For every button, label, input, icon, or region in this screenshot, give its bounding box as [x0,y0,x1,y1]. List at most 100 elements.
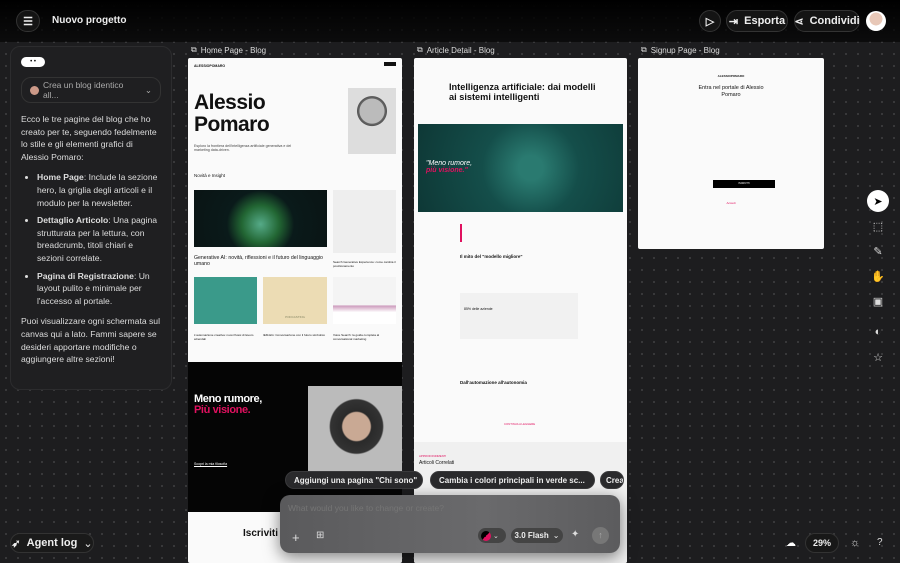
suggestion-chip[interactable]: Aggiungi una pagina "Chi sono"1 [285,471,423,489]
stat-card: 85% delle aziende [460,293,578,339]
sun-icon: ☼ [850,537,861,549]
export-icon: ⇥ [728,15,739,28]
read-more-link: CONTINUA A LEGGERE [504,422,536,426]
placeholder-image [333,190,396,253]
frame-signup[interactable]: ALESSIOPOMARO Entra nel portale di Aless… [638,58,824,249]
zoom-level[interactable]: 29% [805,533,839,553]
post-image: PODCASTING [263,277,327,324]
help-icon: ? [877,537,883,548]
marquee-tool-button[interactable]: ⬚ [867,215,889,237]
dark-link: Scopri la mia filosofia [194,462,228,466]
share-label: Condividi [809,15,860,27]
model-selector[interactable]: 3.0 Flash ⌄ [511,528,563,543]
prompt-input[interactable] [288,501,608,515]
palette-icon: ◐ [874,326,882,338]
post-image [194,277,257,324]
marquee-icon: ⬚ [872,220,884,233]
hero-image: "Meno rumore, più visione." [418,124,623,212]
style-selector[interactable]: ⌄ [478,528,506,543]
cursor-icon: ➤ [873,195,883,208]
attach-button[interactable]: ⊞ [316,530,324,541]
chevron-down-icon: ⌄ [144,84,152,95]
top-bar: ☰ Nuovo progetto ▷ ⇥ Esporta ⋖ Condividi [0,0,900,42]
post-title: Generative AI: novità, riflessioni e il … [194,255,323,267]
avatar[interactable] [866,11,886,31]
share-button[interactable]: ⋖ Condividi [794,10,860,32]
enhance-button[interactable]: ✦ [571,529,579,540]
list-item: Pagina di Registrazione: Un layout pulit… [37,270,161,308]
article-heading: Dall'automazione all'autonomia [460,380,527,385]
image-icon: ▣ [872,295,884,308]
chat-intro: Ecco le tre pagine del blog che ho creat… [21,114,157,162]
suggestion-chip[interactable]: Crea [600,471,624,489]
logo: ALESSIOPOMARO [717,74,745,78]
post-title: IEM-EG: Conversazione con il futuro simb… [263,333,326,337]
send-button[interactable]: ↑ [592,527,609,544]
agent-log-button[interactable]: ➶ Agent log ⌄ [10,533,94,553]
prompt-chip-text: Crea un blog identico all... [42,80,124,100]
star-icon: ☆ [873,351,883,364]
device-icon: ⧉ [641,45,647,54]
frame-label-home[interactable]: ⧉ Home Page - Blog [191,45,266,55]
play-icon: ▷ [705,15,715,28]
device-icon: ⧉ [417,45,423,54]
post-title: Search Generative Experience: come cambi… [333,260,396,268]
cloud-save-icon: ☁ [786,538,796,549]
frame-label-signup[interactable]: ⧉ Signup Page - Blog [641,45,720,55]
image-tool-button[interactable]: ▣ [867,290,889,312]
help-button[interactable]: ? [877,537,883,548]
menu-button[interactable]: ☰ [16,10,40,32]
suggestion-chip[interactable]: Cambia i colori principali in verde sc..… [430,471,595,489]
share-icon: ⋖ [794,15,804,28]
article-heading: Il mito del "modello migliore" [460,254,523,259]
prompt-history-chip[interactable]: Crea un blog identico all... ⌄ [21,77,161,103]
chevron-down-icon: ⌄ [83,537,93,550]
hero-subtitle: Esploro la frontiera dell'intelligenza a… [194,144,292,152]
portrait-image [348,88,396,154]
project-title: Nuovo progetto [52,15,127,26]
chevron-down-icon: ⌄ [552,531,560,540]
export-button[interactable]: ⇥ Esporta [726,10,788,32]
chat-list: Home Page: Include la sezione hero, la g… [37,171,161,307]
menu-icon: ☰ [23,15,33,28]
hero-title: Alessio Pomaro [194,91,270,136]
preview-button[interactable]: ▷ [699,10,721,32]
add-frame-icon: ⊞ [316,530,325,541]
chevron-down-icon: ⌄ [493,532,499,540]
add-button[interactable]: + [292,530,300,545]
hand-icon: ✋ [871,270,885,283]
login-link: Accedi [726,201,736,205]
quote-bar [460,224,462,242]
hand-tool-button[interactable]: ✋ [867,265,889,287]
frame-label-article[interactable]: ⧉ Article Detail - Blog [417,45,495,55]
rocket-icon: ➶ [11,537,21,550]
device-icon: ⧉ [191,45,197,54]
style-swatch-icon [481,530,491,541]
canvas-toolbar: ➤ ⬚ ✎ ✋ ▣ ◐ ☆ [864,190,892,370]
section-title: Novità e Insight [194,173,226,178]
article-title: Intelligenza artificiale: dai modelli ai… [449,82,596,102]
arrow-up-icon: ↑ [598,530,603,540]
globe-image [194,190,327,247]
nav-button [384,62,396,66]
pencil-icon: ✎ [873,245,883,258]
list-item: Home Page: Include la sezione hero, la g… [37,171,161,209]
favorite-button[interactable]: ☆ [867,346,889,368]
user-avatar-icon [30,85,39,95]
post-image [333,277,396,324]
chat-panel: • • Crea un blog identico all... ⌄ Ecco … [10,46,172,390]
plus-icon: + [292,530,300,545]
status-badge: • • [21,57,45,67]
signup-title: Entra nel portale di Alessio Pomaro [698,85,764,98]
chat-outro: Puoi visualizzare ogni schermata sul can… [21,316,160,365]
dark-section: Meno rumore, Più visione. Scopri la mia f… [188,362,402,512]
pen-tool-button[interactable]: ✎ [867,240,889,262]
sparkle-icon: ✦ [571,529,580,540]
select-tool-button[interactable]: ➤ [867,190,889,212]
list-item: Dettaglio Articolo: Una pagina struttura… [37,214,161,264]
signup-button: ISCRIVITI [713,180,775,188]
theme-toggle[interactable]: ☼ [850,537,860,549]
palette-button[interactable]: ◐ [867,321,889,343]
newsletter-title: Iscriviti [243,528,279,539]
post-title: L'automazione creativa: nuovi flussi di … [194,333,254,341]
